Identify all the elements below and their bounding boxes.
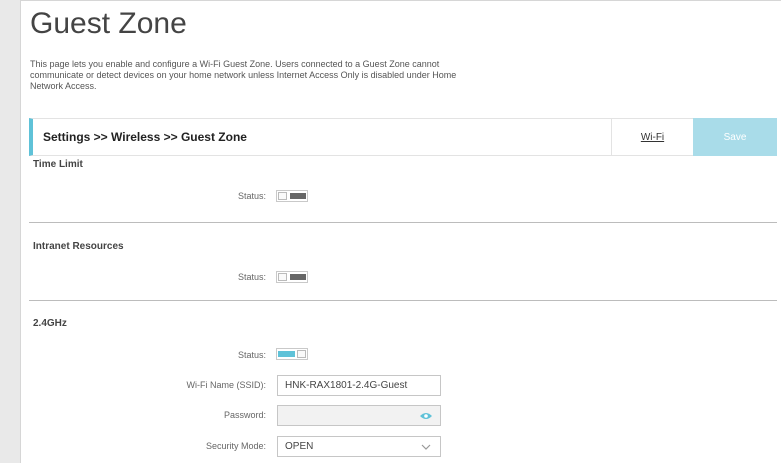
- section-title-time-limit: Time Limit: [33, 159, 83, 170]
- breadcrumb: Settings >> Wireless >> Guest Zone: [43, 130, 247, 144]
- chevron-down-icon: [421, 444, 431, 450]
- section-title-24ghz: 2.4GHz: [33, 318, 67, 329]
- toggle-knob: [278, 192, 287, 200]
- intranet-status-toggle[interactable]: [276, 271, 308, 283]
- password-input[interactable]: [277, 405, 441, 426]
- save-button[interactable]: Save: [693, 118, 777, 156]
- toggle-fill: [290, 193, 306, 199]
- page-title: Guest Zone: [30, 7, 187, 40]
- guest-zone-panel: Guest Zone This page lets you enable and…: [20, 0, 781, 463]
- security-mode-select[interactable]: OPEN: [277, 436, 441, 457]
- wifi-link[interactable]: Wi-Fi: [611, 119, 693, 155]
- security-mode-value: OPEN: [285, 441, 314, 452]
- time-limit-status-label: Status:: [237, 191, 266, 201]
- time-limit-status-toggle[interactable]: [276, 190, 308, 202]
- settings-header-bar: Settings >> Wireless >> Guest Zone Wi-Fi…: [29, 118, 777, 156]
- page-description: This page lets you enable and configure …: [30, 59, 457, 91]
- section-divider: [29, 300, 777, 301]
- ssid-value: HNK-RAX1801-2.4G-Guest: [285, 380, 408, 391]
- security-mode-label: Security Mode:: [205, 441, 266, 451]
- toggle-fill: [290, 274, 306, 280]
- toggle-fill: [278, 351, 295, 357]
- wifi24-status-toggle[interactable]: [276, 348, 308, 360]
- toggle-knob: [297, 350, 306, 358]
- ssid-label: Wi-Fi Name (SSID):: [186, 380, 267, 390]
- password-label: Password:: [223, 410, 266, 420]
- toggle-knob: [278, 273, 287, 281]
- ssid-input[interactable]: HNK-RAX1801-2.4G-Guest: [277, 375, 441, 396]
- section-divider: [29, 222, 777, 223]
- section-title-intranet-resources: Intranet Resources: [33, 241, 124, 252]
- wifi24-status-label: Status:: [237, 350, 266, 360]
- eye-icon[interactable]: [420, 411, 432, 421]
- intranet-status-label: Status:: [237, 272, 266, 282]
